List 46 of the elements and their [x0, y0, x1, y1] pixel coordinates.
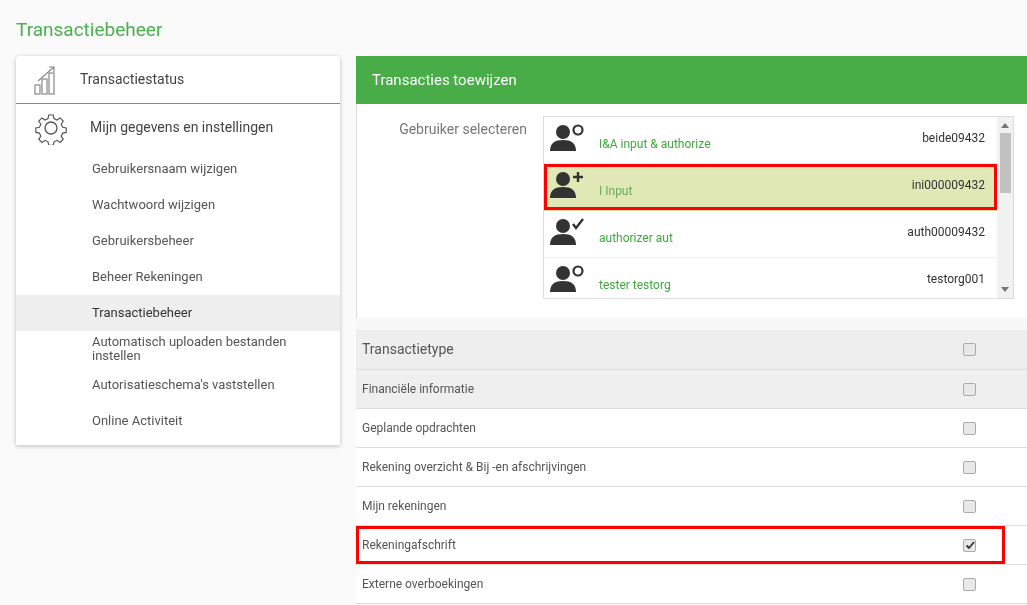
user-name: I Input — [599, 183, 633, 200]
checkbox[interactable] — [963, 577, 976, 591]
user-id: testorg001 — [926, 271, 985, 288]
bar-chart-icon — [34, 64, 58, 95]
scroll-down-icon[interactable] — [1001, 286, 1009, 292]
sidebar-item[interactable]: Transactiebeheer — [16, 295, 340, 331]
checkbox[interactable] — [963, 382, 976, 396]
user-plus-icon — [550, 170, 586, 198]
row-label: Rekening overzicht & Bij -en afschrijvingen — [362, 459, 588, 476]
page-title: Transactiebeheer — [15, 17, 164, 43]
checkbox[interactable] — [963, 538, 976, 552]
sidebar-item[interactable]: Gebruikersnaam wijzigen — [16, 151, 340, 187]
user-check-icon — [550, 217, 586, 245]
user-id: auth00009432 — [907, 224, 985, 241]
user-row[interactable]: I Input ini000009432 — [544, 164, 997, 211]
sidebar-item[interactable]: Beheer Rekeningen — [16, 259, 340, 295]
column-header: Transactietype — [362, 340, 455, 359]
user-icon — [550, 264, 586, 292]
row-label: Financiële informatie — [362, 381, 476, 398]
sidebar-item[interactable]: Online Activiteit — [16, 403, 340, 439]
field-label: Gebruiker selecteren — [398, 120, 528, 139]
panel-header: Transacties toewijzen — [356, 56, 1027, 104]
row-label: Rekeningafschrift — [362, 537, 457, 554]
checkbox[interactable] — [963, 421, 976, 435]
row-label: Mijn rekeningen — [362, 498, 448, 515]
checkbox[interactable] — [963, 499, 976, 513]
user-icon — [550, 123, 586, 151]
sidebar-item[interactable]: Wachtwoord wijzigen — [16, 187, 340, 223]
user-name: authorizer aut — [599, 230, 673, 247]
sidebar-section[interactable]: Transactiestatus — [16, 56, 340, 103]
user-list[interactable]: I&A input & authorize beide09432 I Input ini000009432 authorizer aut auth00009432 tester testorg testorg001 — [543, 116, 1014, 299]
user-id: beide09432 — [922, 130, 985, 147]
user-name: I&A input & authorize — [599, 136, 711, 153]
sidebar-section[interactable]: Mijn gegevens en instellingen — [16, 104, 340, 151]
checkbox[interactable] — [963, 343, 976, 356]
scrollbar-thumb[interactable] — [999, 133, 1011, 193]
sidebar-item[interactable]: Gebruikersbeheer — [16, 223, 340, 259]
sidebar-item[interactable]: Autorisatieschema's vaststellen — [16, 367, 340, 403]
scrollbar[interactable] — [997, 117, 1013, 298]
checkbox[interactable] — [963, 460, 976, 474]
row-label: Geplande opdrachten — [362, 420, 477, 437]
sidebar-item[interactable]: Automatisch uploaden bestanden instellen — [16, 331, 340, 367]
scroll-up-icon[interactable] — [1001, 123, 1009, 129]
user-name: tester testorg — [599, 277, 671, 294]
row-label: Externe overboekingen — [362, 576, 485, 593]
user-id: ini000009432 — [911, 177, 985, 194]
